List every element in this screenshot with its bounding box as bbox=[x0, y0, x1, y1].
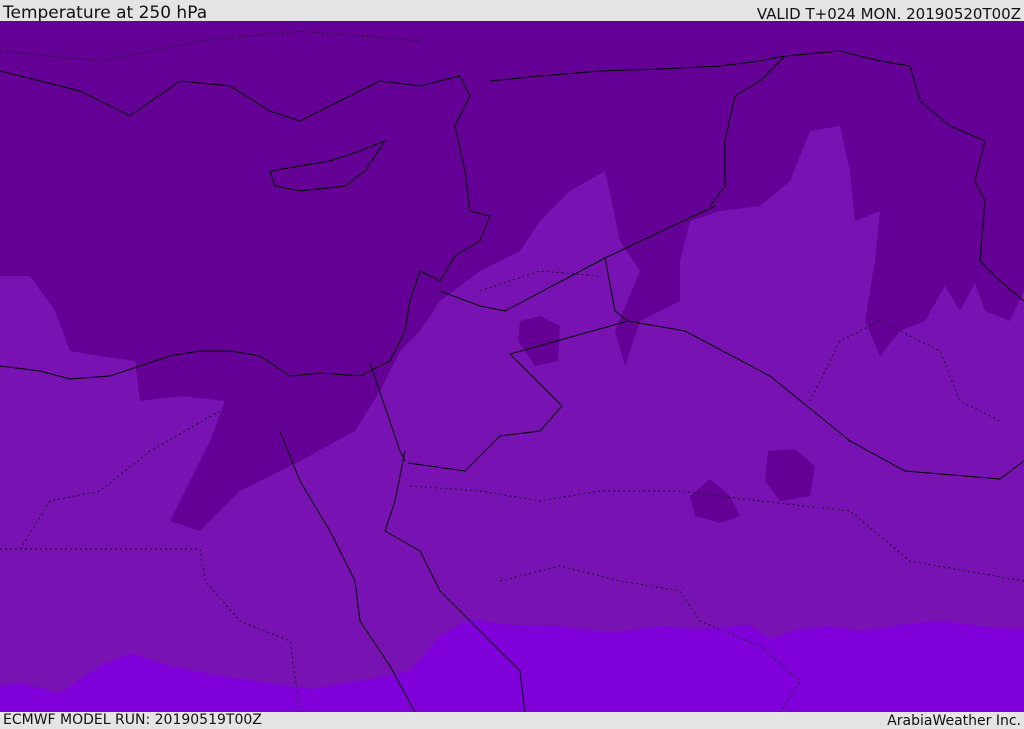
header-bar: Temperature at 250 hPa VALID T+024 MON. … bbox=[0, 0, 1024, 23]
temperature-map[interactable] bbox=[0, 21, 1024, 712]
map-title: Temperature at 250 hPa bbox=[3, 3, 208, 23]
credit: ArabiaWeather Inc. bbox=[887, 713, 1021, 729]
footer-bar: ECMWF MODEL RUN: 20190519T00Z ArabiaWeat… bbox=[0, 712, 1024, 729]
model-run: ECMWF MODEL RUN: 20190519T00Z bbox=[3, 712, 262, 728]
